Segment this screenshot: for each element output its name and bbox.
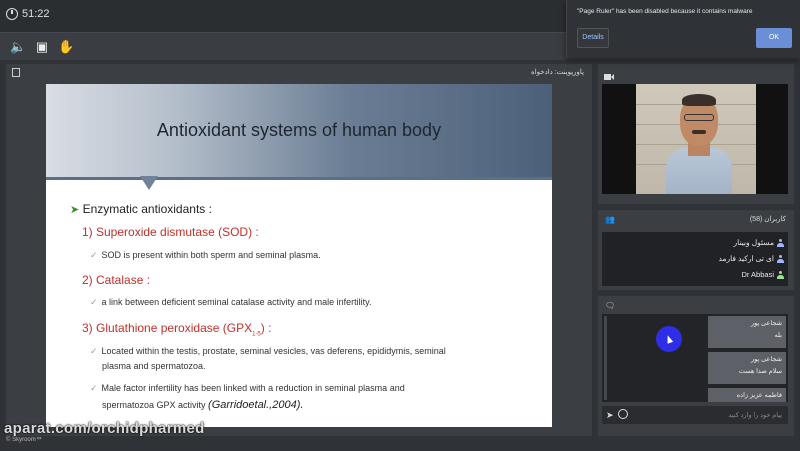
heading-text: 3) Glutathione peroxidase (GPX: [82, 321, 253, 335]
point-text: Located within the testis, prostate, sem…: [101, 346, 446, 356]
users-panel-header: 👥 کاربران (58): [598, 210, 794, 228]
user-name: ای تی ارکید فارمد: [718, 254, 774, 263]
watermark: aparat.com/orchidpharmed: [4, 420, 205, 437]
users-panel: 👥 کاربران (58) مسئول وبینار ای تی ارکید …: [598, 210, 794, 290]
item-point: ✓ Male factor infertility has been linked…: [90, 383, 405, 394]
chat-icon[interactable]: 🗨: [605, 301, 615, 310]
message-text: بله: [774, 332, 782, 339]
clock-icon: [6, 8, 18, 20]
chat-messages[interactable]: شجاعی پور بله شجاعی پور سلام صدا هست فاط…: [602, 314, 788, 402]
notification-message: "Page Ruler" has been disabled because i…: [577, 8, 753, 15]
item-heading: 3) Glutathione peroxidase (GPX1-5) :: [82, 321, 271, 337]
user-item[interactable]: مسئول وبینار: [733, 238, 784, 247]
section-heading-text: Enzymatic antioxidants :: [82, 202, 212, 216]
point-text: Male factor infertility has been linked …: [101, 383, 405, 393]
emoji-icon[interactable]: [618, 409, 628, 419]
extension-disabled-notification: "Page Ruler" has been disabled because i…: [566, 0, 800, 58]
chat-message: شجاعی پور بله: [708, 316, 786, 348]
user-name: Dr Abbasi: [741, 270, 774, 279]
slide-title: Antioxidant systems of human body: [156, 120, 442, 140]
slide-notch: [140, 176, 158, 190]
item-heading: 2) Catalase :: [82, 273, 151, 287]
check-bullet-icon: ✓: [90, 250, 98, 260]
chat-input-placeholder: پیام خود را وارد کنید: [728, 412, 782, 419]
user-item[interactable]: Dr Abbasi: [741, 270, 784, 279]
user-icon: [777, 254, 784, 263]
item-point: ✓ SOD is present within both sperm and se…: [90, 250, 321, 261]
send-icon[interactable]: ➤: [606, 410, 614, 421]
user-icon: [777, 270, 784, 279]
speaker-video: [602, 84, 788, 194]
footer-brand: © Skyroom™: [6, 437, 42, 443]
item-point: ✓ Located within the testis, prostate, se…: [90, 346, 446, 357]
point-text: SOD is present within both sperm and sem…: [101, 250, 321, 260]
speaker-glasses: [684, 114, 714, 121]
presentation-panel-header: پاورپوینت: دادخواه: [6, 64, 592, 82]
item-point: ✓ a link between deficient seminal catala…: [90, 297, 372, 308]
item-heading: 1) Superoxide dismutase (SOD) :: [82, 225, 259, 239]
citation: (Garridoetal.,2004).: [208, 399, 304, 411]
video-panel: [598, 64, 794, 204]
session-timer: 51:22: [6, 8, 50, 20]
raise-hand-icon[interactable]: ✋: [58, 39, 74, 55]
item-point-continued: plasma and spermatozoa.: [102, 361, 206, 371]
ok-button[interactable]: OK: [756, 28, 792, 48]
users-list[interactable]: مسئول وبینار ای تی ارکید فارمد Dr Abbasi: [602, 232, 788, 286]
check-bullet-icon: ✓: [90, 346, 98, 356]
item-point-continued: spermatozoa GPX activity (Garridoetal.,2…: [102, 399, 303, 411]
mouse-cursor-highlight: [656, 326, 682, 352]
arrow-bullet-icon: ➤: [70, 204, 80, 216]
message-text: سلام صدا هست: [738, 368, 782, 375]
presentation-title: پاورپوینت: دادخواه: [531, 69, 584, 76]
details-button[interactable]: Details: [577, 28, 609, 48]
heading-subscript: 1-5: [252, 331, 261, 338]
document-icon[interactable]: [12, 68, 20, 77]
user-item[interactable]: ای تی ارکید فارمد: [719, 254, 784, 263]
presentation-icon[interactable]: ▣: [34, 39, 50, 55]
speaker-icon[interactable]: 🔈: [10, 39, 26, 55]
users-count-title: کاربران (58): [749, 216, 786, 223]
user-name: مسئول وبینار: [733, 238, 774, 247]
section-heading: ➤ Enzymatic antioxidants :: [70, 202, 212, 216]
camera-icon[interactable]: [604, 68, 614, 80]
point-text: a link between deficient seminal catalas…: [101, 297, 372, 307]
users-icon[interactable]: 👥: [605, 215, 615, 224]
message-sender: شجاعی پور: [750, 320, 782, 327]
slide: Antioxidant systems of human body ➤ Enzy…: [46, 84, 552, 427]
check-bullet-icon: ✓: [90, 297, 98, 307]
chat-panel: 🗨 شجاعی پور بله شجاعی پور سلام صدا هست ف…: [598, 296, 794, 436]
heading-end: ) :: [260, 321, 272, 335]
message-sender: شجاعی پور: [750, 356, 782, 363]
point-text: spermatozoa GPX activity: [102, 400, 209, 410]
user-icon: [777, 238, 784, 247]
chat-input[interactable]: ➤ پیام خود را وارد کنید: [602, 406, 788, 424]
chat-message: فاطمه عزیز زاده: [708, 388, 786, 402]
check-bullet-icon: ✓: [90, 383, 98, 393]
timer-text: 51:22: [22, 8, 50, 20]
chat-message: شجاعی پور سلام صدا هست: [708, 352, 786, 384]
chat-scrollbar[interactable]: [604, 316, 607, 400]
message-sender: فاطمه عزیز زاده: [736, 392, 782, 399]
